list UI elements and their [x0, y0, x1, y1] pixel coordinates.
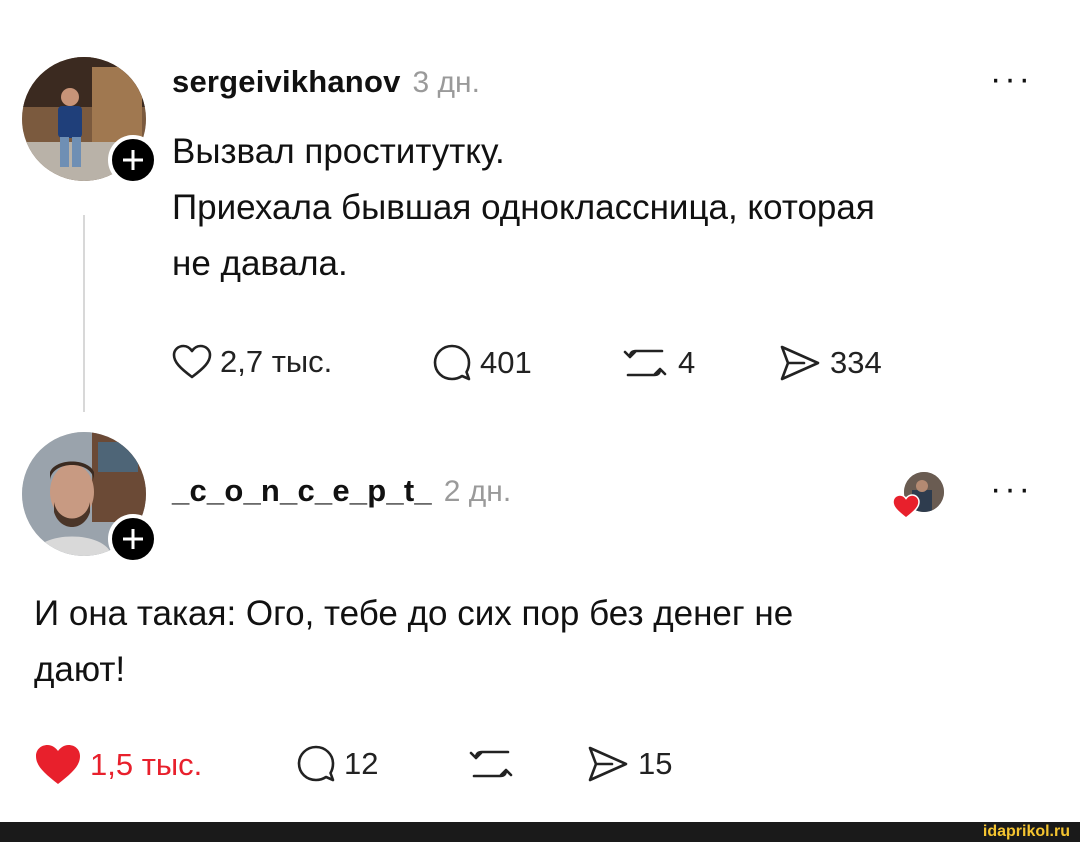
post-body: Вызвал проститутку. Приехала бывшая одно…	[172, 124, 875, 292]
post-text-line: дают!	[34, 650, 126, 689]
post-text-line: Вызвал проститутку.	[172, 132, 505, 171]
share-count: 15	[638, 746, 673, 781]
post-text-line: не давала.	[172, 244, 348, 283]
repost-icon	[623, 349, 667, 377]
repost-count: 4	[678, 345, 696, 380]
timestamp: 2 дн.	[443, 475, 512, 508]
like-button[interactable]: 1,5 тыс.	[34, 743, 202, 787]
post-header: _c_o_n_c_e_p_t_ 2 дн.	[172, 473, 511, 513]
comment-count: 12	[344, 746, 379, 781]
username[interactable]: sergeivikhanov	[172, 64, 401, 100]
repost-button[interactable]	[466, 744, 516, 784]
share-count: 334	[830, 345, 882, 380]
comment-icon	[433, 344, 471, 381]
repost-button[interactable]: 4	[620, 343, 695, 383]
share-button[interactable]: 15	[586, 744, 672, 784]
comment-icon	[297, 745, 335, 782]
timestamp: 3 дн.	[412, 66, 480, 99]
heart-icon	[172, 344, 212, 379]
like-count: 1,5 тыс.	[90, 747, 203, 782]
more-options-button[interactable]: ···	[990, 60, 1033, 99]
share-icon	[780, 345, 820, 381]
author-liked-indicator	[892, 470, 948, 522]
heart-filled-icon	[36, 745, 80, 784]
follow-plus-button[interactable]	[108, 135, 158, 185]
comment-count: 401	[480, 345, 532, 380]
comment-button[interactable]: 401	[432, 343, 532, 383]
repost-icon	[469, 750, 513, 778]
like-count: 2,7 тыс.	[220, 344, 333, 379]
post-text-line: И она такая: Ого, тебе до сих пор без де…	[34, 594, 794, 633]
more-options-button[interactable]: ···	[990, 470, 1033, 509]
comment-button[interactable]: 12	[296, 744, 378, 784]
author-avatar-container[interactable]	[22, 57, 158, 187]
footer-bar: idaprikol.ru	[0, 822, 1080, 842]
follow-plus-button[interactable]	[108, 514, 158, 564]
post-text-line: Приехала бывшая одноклассница, которая	[172, 188, 875, 227]
like-button[interactable]: 2,7 тыс.	[172, 344, 332, 380]
author-avatar-container[interactable]	[22, 432, 158, 564]
heart-filled-icon	[892, 494, 920, 519]
post-body: И она такая: Ого, тебе до сих пор без де…	[34, 586, 793, 698]
thread-line	[83, 215, 85, 412]
share-button[interactable]: 334	[778, 343, 882, 383]
share-icon	[588, 746, 628, 782]
watermark: idaprikol.ru	[982, 823, 1070, 840]
post-header: sergeivikhanov 3 дн.	[172, 64, 480, 104]
username[interactable]: _c_o_n_c_e_p_t_	[172, 473, 432, 509]
